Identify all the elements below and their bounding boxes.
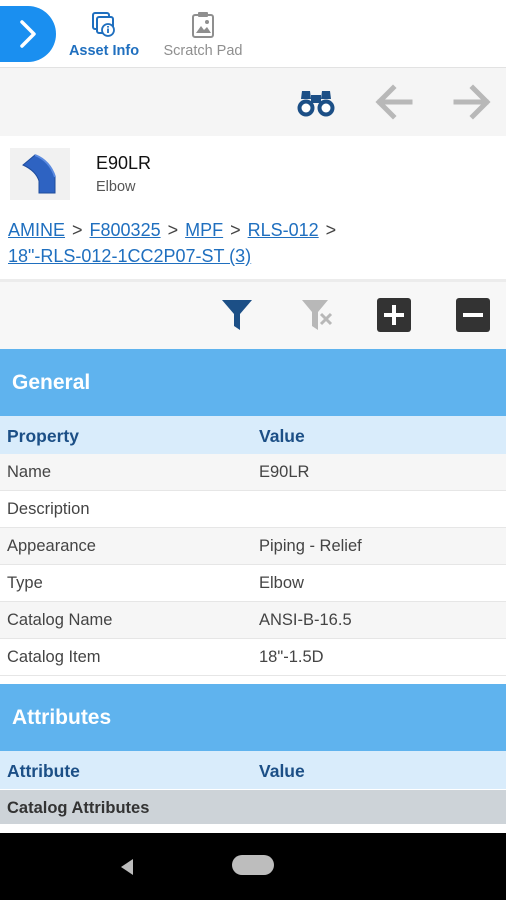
tab-scratch-pad-label: Scratch Pad — [163, 43, 243, 59]
property-column-label: Property — [7, 426, 79, 446]
tab-asset-info[interactable]: Asset Info — [66, 0, 142, 68]
general-section-header[interactable]: General — [0, 349, 506, 416]
chevron-separator-icon: > — [167, 220, 179, 240]
breadcrumb-link[interactable]: AMINE — [8, 220, 65, 240]
filter-button[interactable] — [218, 296, 256, 334]
attributes-section-title: Attributes — [12, 705, 112, 729]
asset-header: E90LR Elbow — [0, 136, 506, 208]
table-row: Catalog Name ANSI-B-16.5 — [0, 602, 506, 639]
breadcrumb-link[interactable]: RLS-012 — [248, 220, 319, 240]
general-column-header: Property Value — [0, 416, 506, 454]
arrow-right-icon — [453, 84, 491, 120]
collapse-all-button[interactable] — [454, 296, 492, 334]
plus-square-icon — [377, 298, 411, 332]
property-name: Catalog Item — [7, 648, 101, 666]
forward-button[interactable] — [450, 80, 494, 124]
breadcrumb-link-current[interactable]: 18"-RLS-012-1CC2P07-ST (3) — [8, 246, 251, 266]
value-column-label: Value — [259, 761, 305, 781]
filter-toolbar — [0, 282, 506, 349]
asset-info-icon — [89, 10, 119, 40]
system-home-button[interactable] — [232, 855, 274, 875]
table-row: Catalog Item 18"-1.5D — [0, 639, 506, 676]
attribute-column-label: Attribute — [7, 761, 80, 781]
chevron-separator-icon: > — [325, 220, 337, 240]
property-value: Elbow — [259, 574, 304, 592]
expand-all-button[interactable] — [375, 296, 413, 334]
property-value: E90LR — [259, 463, 310, 481]
table-row: Type Elbow — [0, 565, 506, 602]
attributes-column-header: Attribute Value — [0, 751, 506, 789]
property-value: Piping - Relief — [259, 537, 362, 555]
tab-asset-info-label: Asset Info — [68, 43, 140, 59]
clear-filter-icon — [302, 300, 333, 330]
chevron-separator-icon: > — [230, 220, 241, 240]
asset-type: Elbow — [96, 179, 136, 195]
asset-name: E90LR — [96, 153, 152, 173]
table-row: Name E90LR — [0, 454, 506, 491]
scratch-pad-icon — [188, 10, 218, 40]
chevron-right-icon — [20, 20, 36, 48]
asset-thumbnail — [10, 148, 70, 200]
elbow-icon — [22, 154, 56, 194]
navigation-toolbar — [0, 68, 506, 136]
property-value: 18"-1.5D — [259, 648, 324, 666]
breadcrumb-link[interactable]: MPF — [185, 220, 223, 240]
table-row: Description — [0, 491, 506, 528]
property-name: Appearance — [7, 537, 96, 555]
tab-scratch-pad[interactable]: Scratch Pad — [158, 0, 248, 68]
breadcrumb-link[interactable]: F800325 — [90, 220, 161, 240]
system-back-icon[interactable] — [117, 857, 137, 877]
property-name: Name — [7, 463, 52, 481]
binoculars-icon — [297, 91, 335, 117]
group-title: Catalog Attributes — [7, 799, 150, 817]
property-name: Catalog Name — [7, 611, 113, 629]
property-name: Type — [7, 574, 43, 592]
arrow-left-icon — [375, 84, 413, 120]
top-tab-bar: Asset Info Scratch Pad — [0, 0, 506, 68]
property-value: ANSI-B-16.5 — [259, 611, 352, 629]
table-row: Appearance Piping - Relief — [0, 528, 506, 565]
system-navigation-bar — [0, 833, 506, 900]
catalog-attributes-group[interactable]: Catalog Attributes — [0, 790, 506, 824]
property-name: Description — [7, 500, 90, 518]
clear-filter-button[interactable] — [298, 296, 336, 334]
chevron-separator-icon: > — [72, 220, 83, 240]
filter-icon — [222, 300, 252, 330]
minus-square-icon — [456, 298, 490, 332]
value-column-label: Value — [259, 426, 305, 446]
general-section-title: General — [12, 370, 91, 394]
breadcrumb: AMINE > F800325 > MPF > RLS-012 > 18"-RLS-012-1… — [8, 217, 498, 269]
attributes-section-header[interactable]: Attributes — [0, 684, 506, 751]
back-button[interactable] — [372, 80, 416, 124]
expand-panel-button[interactable] — [0, 6, 56, 62]
find-button[interactable] — [294, 80, 338, 124]
